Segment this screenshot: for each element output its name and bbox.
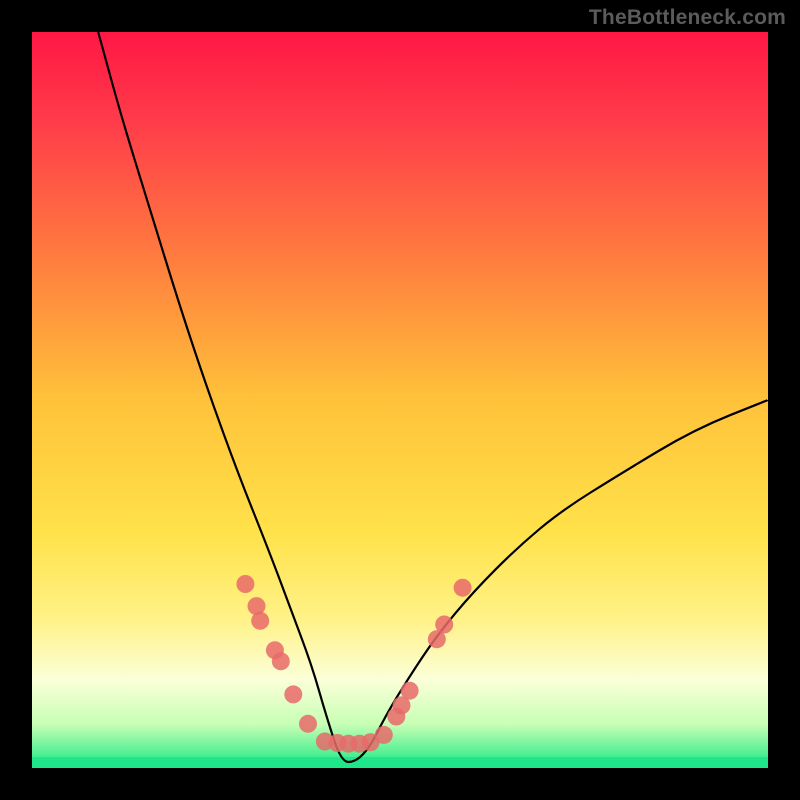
marker-dot (299, 715, 317, 733)
plot-area (32, 32, 768, 768)
chart-frame: TheBottleneck.com (0, 0, 800, 800)
watermark-label: TheBottleneck.com (589, 6, 786, 30)
marker-dot (236, 575, 254, 593)
marker-dot (251, 612, 269, 630)
marker-dot (454, 579, 472, 597)
marker-dot (435, 616, 453, 634)
bottleneck-chart (0, 0, 800, 800)
marker-dot (284, 685, 302, 703)
baseline-band (32, 757, 768, 768)
marker-dot (375, 726, 393, 744)
marker-dot (272, 652, 290, 670)
marker-dot (401, 682, 419, 700)
